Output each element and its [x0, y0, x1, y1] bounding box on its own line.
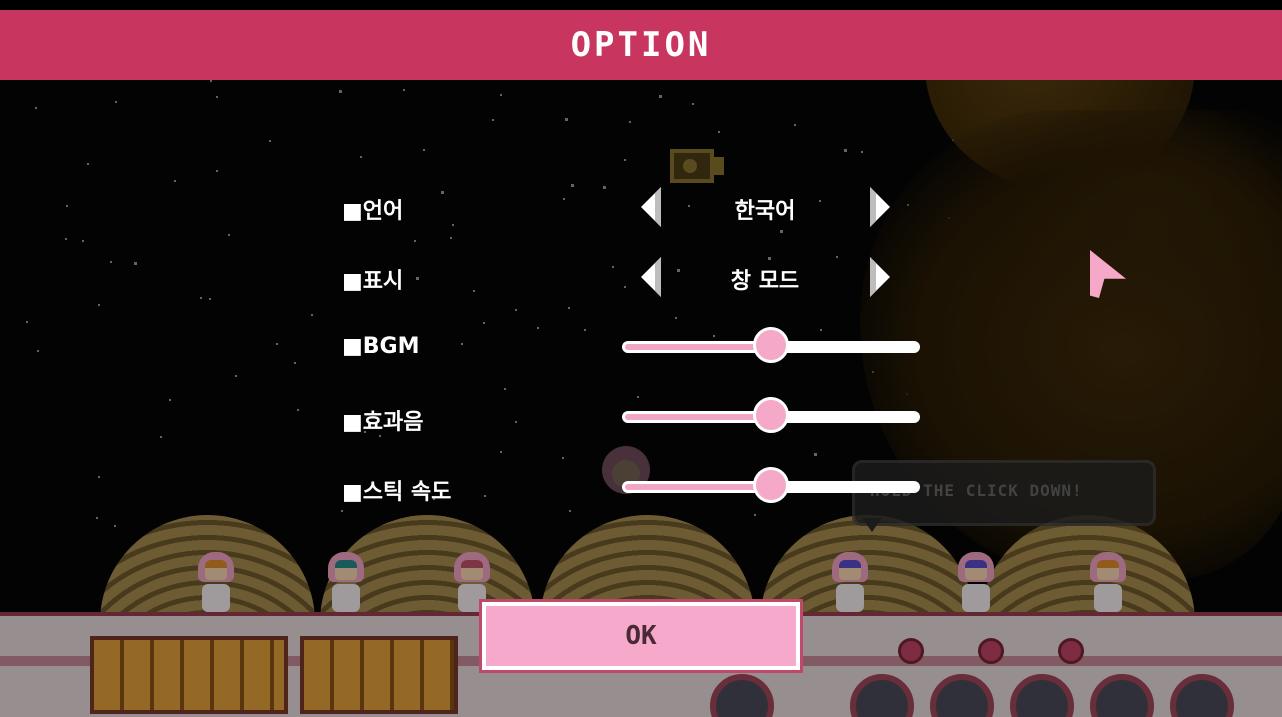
bgm-slider-knob[interactable] [753, 327, 789, 363]
sfx-label: ■효과음 [342, 410, 424, 435]
display-label: ■표시 [342, 269, 404, 294]
stick-speed-slider[interactable] [622, 467, 920, 507]
bgm-slider[interactable] [622, 327, 920, 367]
sfx-slider-knob[interactable] [753, 397, 789, 433]
ok-button[interactable]: OK [482, 602, 800, 670]
option-header: OPTION [0, 10, 1282, 80]
ok-button-label: OK [625, 621, 657, 651]
top-border [0, 0, 1282, 10]
language-label: ■언어 [342, 199, 404, 224]
stick-speed-slider-knob[interactable] [753, 467, 789, 503]
language-value: 한국어 [734, 199, 796, 224]
stick-speed-label: ■스틱 속도 [342, 480, 452, 505]
page-title: OPTION [570, 25, 712, 65]
sfx-slider[interactable] [622, 397, 920, 437]
bgm-label: ■BGM [342, 334, 420, 359]
display-value: 창 모드 [730, 269, 800, 294]
